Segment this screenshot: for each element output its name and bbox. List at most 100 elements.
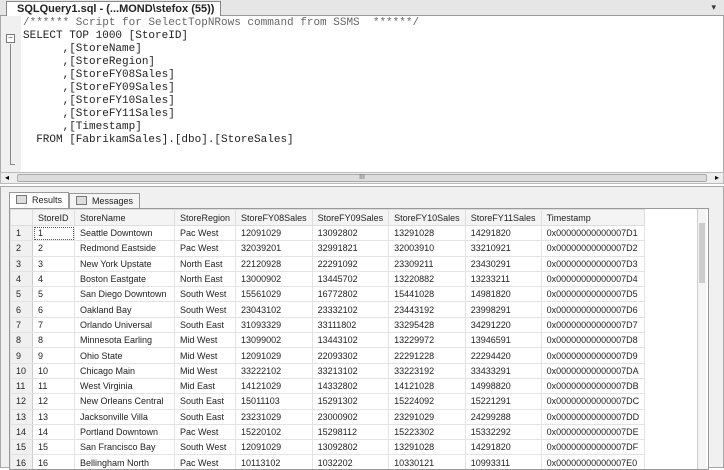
cell[interactable]: Mid East — [173, 377, 237, 395]
table-row[interactable]: 15 15 San Francisco Bay South West 12091029 1… — [10, 439, 646, 456]
cell[interactable]: 33111802 — [311, 316, 390, 334]
cell[interactable]: 13946591 — [464, 332, 542, 349]
results-grid[interactable]: StoreID StoreName StoreRegion StoreFY08Sale… — [9, 208, 709, 470]
cell[interactable]: Pac West — [173, 240, 237, 257]
cell[interactable]: 12091029 — [235, 347, 313, 364]
scroll-thumb[interactable] — [699, 223, 705, 283]
cell[interactable]: 0x00000000000007D3 — [540, 255, 646, 272]
cell[interactable]: 0x00000000000007D1 — [540, 224, 646, 242]
row-number[interactable]: 11 — [10, 377, 33, 395]
cell[interactable]: 13099002 — [235, 332, 313, 349]
table-row[interactable]: 8 8 Minnesota Earling Mid West 13099002 13443… — [10, 332, 646, 349]
cell[interactable]: Pac West — [173, 423, 237, 441]
row-number[interactable]: 13 — [10, 408, 33, 425]
cell[interactable]: South East — [173, 408, 237, 425]
cell[interactable]: Boston Eastgate — [74, 270, 175, 288]
column-header[interactable]: StoreFY08Sales — [235, 209, 313, 226]
cell[interactable]: 7 — [32, 316, 75, 334]
scroll-right-icon[interactable]: ▸ — [715, 173, 719, 183]
column-header[interactable]: StoreName — [74, 209, 175, 226]
row-number[interactable]: 7 — [10, 316, 33, 334]
cell[interactable]: Chicago Main — [74, 362, 175, 379]
cell[interactable]: 0x00000000000007D5 — [540, 286, 646, 303]
cell[interactable]: South West — [173, 286, 237, 303]
cell[interactable]: 13220882 — [388, 270, 466, 288]
scroll-left-icon[interactable]: ◂ — [5, 173, 9, 183]
cell[interactable]: 0x00000000000007D7 — [540, 316, 646, 334]
cell[interactable]: South West — [173, 301, 237, 318]
cell[interactable]: 13092802 — [311, 224, 390, 242]
column-header[interactable]: StoreRegion — [173, 209, 237, 226]
cell[interactable]: 14998820 — [464, 377, 542, 395]
cell[interactable]: Oakland Bay — [74, 301, 175, 318]
table-row[interactable]: 14 14 Portland Downtown Pac West 15220102 152… — [10, 423, 646, 441]
row-number[interactable]: 4 — [10, 270, 33, 288]
table-row[interactable]: 6 6 Oakland Bay South West 23043102 23332102 2… — [10, 301, 646, 318]
cell[interactable]: New York Upstate — [74, 255, 175, 272]
cell[interactable]: 32991821 — [311, 240, 390, 257]
cell[interactable]: 13229972 — [388, 332, 466, 349]
cell[interactable]: 14 — [32, 423, 75, 441]
cell[interactable]: South East — [173, 393, 237, 410]
row-number[interactable]: 1 — [10, 224, 33, 242]
table-row[interactable]: 11 11 West Virginia Mid East 14121029 1433280… — [10, 377, 646, 395]
row-number[interactable]: 2 — [10, 240, 33, 257]
row-number[interactable]: 8 — [10, 332, 33, 349]
cell[interactable]: 13 — [32, 408, 75, 425]
cell[interactable]: 31093329 — [235, 316, 313, 334]
cell[interactable]: 1 — [32, 224, 75, 242]
cell[interactable]: 2 — [32, 240, 75, 257]
cell[interactable]: 6 — [32, 301, 75, 318]
row-number[interactable]: 14 — [10, 423, 33, 441]
row-number[interactable]: 3 — [10, 255, 33, 272]
cell[interactable]: 33222102 — [235, 362, 313, 379]
cell[interactable]: 33213102 — [311, 362, 390, 379]
cell[interactable]: 14121029 — [235, 377, 313, 395]
cell[interactable]: North East — [173, 255, 237, 272]
cell[interactable]: 23291029 — [388, 408, 466, 425]
query-tab[interactable]: SQLQuery1.sql - (...MOND\stefox (55)) — [6, 1, 222, 16]
cell[interactable]: 23043102 — [235, 301, 313, 318]
cell[interactable]: 3 — [32, 255, 75, 272]
cell[interactable]: 9 — [32, 347, 75, 364]
tab-dropdown-icon[interactable]: ▾ — [711, 2, 716, 13]
row-header-corner[interactable] — [10, 209, 33, 226]
table-row[interactable]: 10 10 Chicago Main Mid West 33222102 33213102… — [10, 362, 646, 379]
cell[interactable]: 0x00000000000007D6 — [540, 301, 646, 318]
cell[interactable]: 0x00000000000007DF — [540, 439, 646, 456]
cell[interactable]: South West — [173, 439, 237, 456]
cell[interactable]: 0x00000000000007DC — [540, 393, 646, 410]
row-number[interactable]: 10 — [10, 362, 33, 379]
cell[interactable]: 16772802 — [311, 286, 390, 303]
cell[interactable]: Mid West — [173, 332, 237, 349]
table-row[interactable]: 1 1 Seattle Downtown Pac West 12091029 130928… — [10, 224, 646, 242]
cell[interactable]: 5 — [32, 286, 75, 303]
cell[interactable]: 13000902 — [235, 270, 313, 288]
cell[interactable]: 0x00000000000007D9 — [540, 347, 646, 364]
cell[interactable]: 23998291 — [464, 301, 542, 318]
cell[interactable]: 34291220 — [464, 316, 542, 334]
cell[interactable]: 13291028 — [388, 224, 466, 242]
cell[interactable]: 15224092 — [388, 393, 466, 410]
cell[interactable]: 15291302 — [311, 393, 390, 410]
horizontal-scrollbar[interactable]: ◂ III ▸ — [0, 172, 724, 184]
cell[interactable]: 10 — [32, 362, 75, 379]
cell[interactable]: 33223192 — [388, 362, 466, 379]
cell[interactable]: 15441028 — [388, 286, 466, 303]
cell[interactable]: 23231029 — [235, 408, 313, 425]
scroll-thumb[interactable]: III — [17, 174, 707, 182]
table-row[interactable]: 13 13 Jacksonville Villa South East 23231029… — [10, 408, 646, 425]
cell[interactable]: Jacksonville Villa — [74, 408, 175, 425]
cell[interactable]: 33433291 — [464, 362, 542, 379]
tab-results[interactable]: Results — [9, 192, 70, 209]
cell[interactable]: 4 — [32, 270, 75, 288]
cell[interactable]: 13291028 — [388, 439, 466, 456]
cell[interactable]: 23309211 — [388, 255, 466, 272]
cell[interactable]: 22291092 — [311, 255, 390, 272]
table-row[interactable]: 9 9 Ohio State Mid West 12091029 22093302 2229… — [10, 347, 646, 364]
cell[interactable]: Portland Downtown — [74, 423, 175, 441]
table-row[interactable]: 2 2 Redmond Eastside Pac West 32039201 329918… — [10, 240, 646, 257]
cell[interactable]: 22294420 — [464, 347, 542, 364]
cell[interactable]: 0x00000000000007DD — [540, 408, 646, 425]
cell[interactable]: Mid West — [173, 362, 237, 379]
